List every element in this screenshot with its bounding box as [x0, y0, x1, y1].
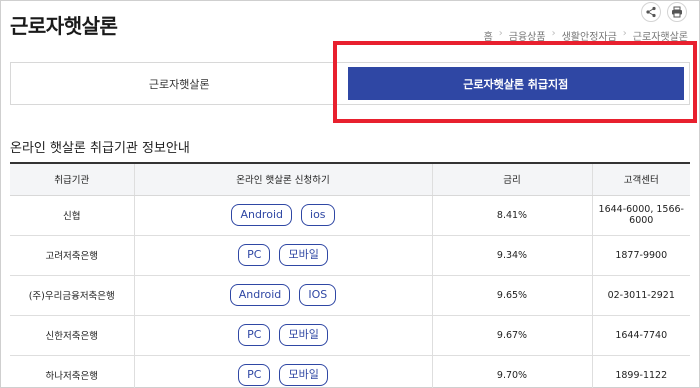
tab-worker-loan[interactable]: 근로자햇살론 — [11, 63, 348, 104]
table-header-row: 취급기관 온라인 햇살론 신청하기 금리 고객센터 — [10, 162, 690, 196]
print-icon — [672, 6, 682, 18]
institution-name: 신협 — [10, 195, 134, 236]
ios-button[interactable]: IOS — [299, 284, 337, 306]
table-row: 신한저축은행 PC 모바일 9.67% 1644-7740 — [10, 315, 690, 356]
interest-rate: 9.70% — [431, 355, 592, 388]
column-header-customer-center: 고객센터 — [591, 162, 690, 196]
interest-rate: 9.67% — [431, 315, 592, 356]
table-row: 고려저축은행 PC 모바일 9.34% 1877-9900 — [10, 235, 690, 276]
apply-buttons-cell: Android ios — [133, 195, 432, 236]
institution-name: 고려저축은행 — [10, 235, 134, 276]
institution-table: 취급기관 온라인 햇살론 신청하기 금리 고객센터 신협 Android ios… — [10, 162, 690, 388]
pc-button[interactable]: PC — [238, 324, 271, 346]
institution-name: (주)우리금융저축은행 — [10, 275, 134, 316]
ios-button[interactable]: ios — [301, 204, 335, 226]
highlight-annotation-box — [333, 41, 697, 123]
customer-center-phone: 02-3011-2921 — [591, 275, 690, 316]
table-row: 신협 Android ios 8.41% 1644-6000, 1566-600… — [10, 195, 690, 236]
mobile-button[interactable]: 모바일 — [279, 244, 328, 266]
pc-button[interactable]: PC — [238, 364, 271, 386]
apply-buttons-cell: PC 모바일 — [133, 315, 432, 356]
customer-center-phone: 1644-6000, 1566-6000 — [591, 195, 690, 236]
mobile-button[interactable]: 모바일 — [279, 364, 328, 386]
pc-button[interactable]: PC — [238, 244, 271, 266]
institution-name: 하나저축은행 — [10, 355, 134, 388]
interest-rate: 9.65% — [431, 275, 592, 316]
table-row: 하나저축은행 PC 모바일 9.70% 1899-1122 — [10, 355, 690, 388]
institution-name: 신한저축은행 — [10, 315, 134, 356]
print-button[interactable] — [667, 2, 687, 22]
interest-rate: 8.41% — [431, 195, 592, 236]
column-header-institution: 취급기관 — [10, 162, 134, 196]
interest-rate: 9.34% — [431, 235, 592, 276]
android-button[interactable]: Android — [229, 284, 291, 306]
column-header-rate: 금리 — [431, 162, 592, 196]
customer-center-phone: 1644-7740 — [591, 315, 690, 356]
share-icon — [646, 6, 656, 18]
mobile-button[interactable]: 모바일 — [279, 324, 328, 346]
page-title: 근로자햇살론 — [10, 14, 118, 38]
apply-buttons-cell: Android IOS — [133, 275, 432, 316]
customer-center-phone: 1899-1122 — [591, 355, 690, 388]
table-row: (주)우리금융저축은행 Android IOS 9.65% 02-3011-29… — [10, 275, 690, 316]
section-title: 온라인 햇살론 취급기관 정보안내 — [10, 141, 190, 156]
android-button[interactable]: Android — [231, 204, 292, 226]
customer-center-phone: 1877-9900 — [591, 235, 690, 276]
share-button[interactable] — [641, 2, 661, 22]
apply-buttons-cell: PC 모바일 — [133, 235, 432, 276]
column-header-apply-online: 온라인 햇살론 신청하기 — [133, 162, 432, 196]
apply-buttons-cell: PC 모바일 — [133, 355, 432, 388]
